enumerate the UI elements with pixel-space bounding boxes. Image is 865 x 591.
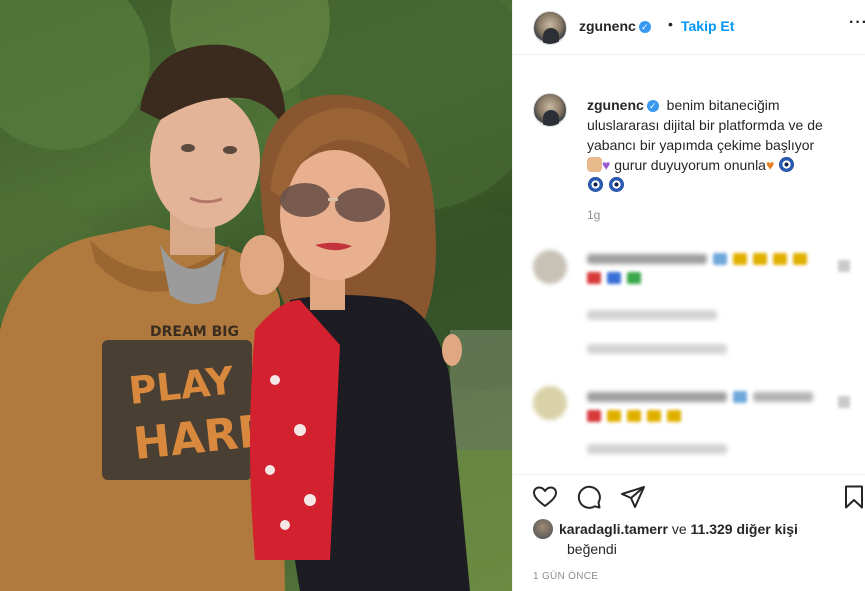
blurred-emoji bbox=[627, 410, 641, 422]
comment-like-icon[interactable] bbox=[838, 260, 850, 272]
caption-text: zgunenc ✓ benim bitaneciğim uluslararası … bbox=[587, 95, 855, 195]
blurred-comment-meta bbox=[587, 444, 727, 454]
caption-line-3: yabancı bir yapımda çekime başlıyor bbox=[587, 137, 815, 153]
blurred-view-replies bbox=[587, 344, 727, 354]
post-side-panel: zgunenc✓ • Takip Et ··· zgunenc✓ benim b… bbox=[512, 0, 865, 591]
post-header: zgunenc✓ • Takip Et ··· bbox=[513, 0, 865, 55]
caption-timestamp[interactable]: 1g bbox=[587, 208, 600, 222]
blurred-comment-meta bbox=[587, 310, 717, 320]
photo-illustration: DREAM BIG PLAY HARD bbox=[0, 0, 512, 591]
verified-badge-icon: ✓ bbox=[638, 21, 651, 34]
more-options-icon[interactable]: ··· bbox=[849, 14, 865, 32]
nazar-emoji-icon bbox=[779, 157, 795, 172]
blurred-emoji bbox=[773, 253, 787, 265]
nazar-emoji-icon bbox=[608, 177, 624, 192]
comment-item bbox=[513, 240, 865, 360]
likes-count[interactable]: 11.329 diğer kişi bbox=[691, 521, 798, 537]
blurred-comment-text bbox=[753, 392, 813, 402]
comment-like-icon[interactable] bbox=[838, 396, 850, 408]
post-timestamp[interactable]: 1 GÜN ÖNCE bbox=[533, 571, 598, 582]
blurred-emoji bbox=[753, 253, 767, 265]
separator-dot: • bbox=[668, 16, 673, 32]
comment-button[interactable] bbox=[575, 483, 603, 511]
comment-avatar[interactable] bbox=[533, 386, 567, 420]
likes-summary: karadagli.tamerr ve 11.329 diğer kişi bbox=[533, 519, 798, 539]
orange-heart-emoji-icon: ♥ bbox=[765, 157, 775, 173]
caption-author-avatar[interactable] bbox=[533, 93, 567, 127]
blurred-emoji bbox=[667, 410, 681, 422]
bookmark-icon bbox=[845, 485, 863, 509]
caption-username-text[interactable]: zgunenc bbox=[587, 97, 644, 113]
post-actions: karadagli.tamerr ve 11.329 diğer kişi be… bbox=[513, 474, 865, 591]
comment-avatar[interactable] bbox=[533, 250, 567, 284]
blurred-emoji bbox=[587, 272, 601, 284]
shirt-text-dream-big: DREAM BIG bbox=[150, 324, 239, 340]
blurred-emoji bbox=[733, 253, 747, 265]
blurred-emoji bbox=[607, 272, 621, 284]
blurred-comment-text bbox=[587, 254, 707, 264]
liker-avatar[interactable] bbox=[533, 519, 553, 539]
purple-heart-emoji-icon: ♥ bbox=[602, 157, 611, 173]
blurred-emoji bbox=[587, 410, 601, 422]
paper-plane-icon bbox=[621, 486, 645, 508]
caption-line-1: benim bitaneciğim bbox=[666, 97, 780, 113]
post-caption: zgunenc ✓ benim bitaneciğim uluslararası … bbox=[513, 55, 865, 230]
post-photo[interactable]: DREAM BIG PLAY HARD bbox=[0, 0, 512, 591]
likes-suffix: beğendi bbox=[567, 541, 617, 557]
author-username[interactable]: zgunenc ✓ bbox=[579, 18, 651, 34]
blurred-emoji bbox=[607, 410, 621, 422]
caption-line-2: uluslararası dijital bir platformda ve d… bbox=[587, 117, 823, 133]
likes-conjunction: ve bbox=[671, 521, 687, 537]
blurred-emoji bbox=[733, 391, 747, 403]
save-button[interactable] bbox=[840, 483, 865, 511]
hand-emoji-icon bbox=[587, 157, 602, 172]
author-avatar[interactable] bbox=[533, 11, 567, 45]
like-button[interactable] bbox=[531, 483, 559, 511]
liker-username[interactable]: karadagli.tamerr bbox=[559, 521, 668, 537]
blurred-emoji bbox=[713, 253, 727, 265]
comment-bubble-icon bbox=[577, 485, 601, 509]
caption-username[interactable]: zgunenc ✓ bbox=[587, 97, 659, 113]
verified-badge-icon: ✓ bbox=[646, 100, 659, 113]
caption-line-4: gurur duyuyorum onunla bbox=[614, 157, 766, 173]
blurred-emoji bbox=[647, 410, 661, 422]
blurred-emoji bbox=[627, 272, 641, 284]
blurred-comment-text bbox=[587, 392, 727, 402]
blurred-emoji bbox=[793, 253, 807, 265]
follow-button[interactable]: Takip Et bbox=[681, 18, 734, 34]
nazar-emoji-icon bbox=[588, 177, 603, 192]
heart-outline-icon bbox=[533, 486, 557, 507]
share-button[interactable] bbox=[619, 483, 647, 511]
author-username-text[interactable]: zgunenc bbox=[579, 18, 636, 34]
